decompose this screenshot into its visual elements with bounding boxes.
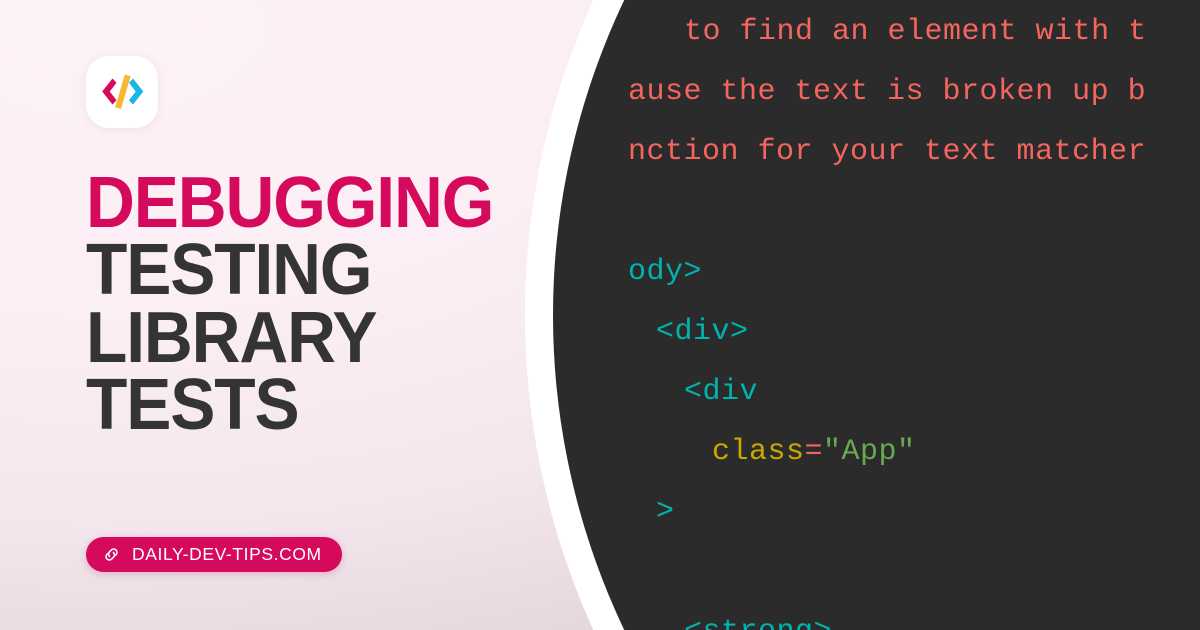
code-token-attr: class (712, 435, 805, 469)
code-line: <div> (656, 317, 749, 347)
site-url-label: DAILY-DEV-TIPS.COM (132, 544, 322, 564)
code-lines-container: to find an element with t ause the text i… (553, 0, 1200, 630)
headline-line-3: LIBRARY (86, 297, 378, 378)
code-panel-disc: to find an element with t ause the text i… (553, 0, 1200, 630)
code-token-tag: <div (684, 375, 759, 409)
brand-logo (86, 56, 158, 128)
code-line: ause the text is broken up b (628, 77, 1146, 107)
code-token-tag: ody> (628, 255, 703, 289)
code-token-comment: ause the text is broken up b (628, 75, 1147, 109)
code-line: <div (684, 377, 758, 407)
code-token-comment: to find an element with t (684, 15, 1147, 49)
headline-line-1: DEBUGGING (86, 163, 494, 243)
headline-line-4: TESTS (86, 364, 300, 445)
site-url-badge[interactable]: DAILY-DEV-TIPS.COM (86, 537, 342, 572)
poster-canvas: to find an element with t ause the text i… (0, 0, 1200, 630)
code-token-string: "App" (823, 435, 916, 469)
code-brackets-icon (102, 74, 144, 109)
code-line: <strong> (684, 617, 832, 630)
code-token-tag: > (656, 495, 675, 529)
left-content-pane: DEBUGGING TESTING LIBRARY TESTS DAILY-DE… (0, 0, 600, 630)
page-title: DEBUGGING TESTING LIBRARY TESTS (86, 163, 586, 445)
code-line: nction for your text matcher (628, 137, 1146, 167)
code-line: ody> (628, 257, 702, 287)
code-token-eq: = (804, 435, 824, 469)
code-line: to find an element with t (684, 17, 1147, 47)
link-chain-icon (102, 545, 121, 564)
code-line: > (656, 497, 675, 527)
code-token-tag: <strong> (684, 615, 832, 630)
code-line: class="App" (712, 437, 916, 467)
code-token-tag: <div> (656, 315, 749, 349)
headline-line-2: TESTING (86, 230, 373, 311)
code-token-comment: nction for your text matcher (628, 135, 1147, 169)
